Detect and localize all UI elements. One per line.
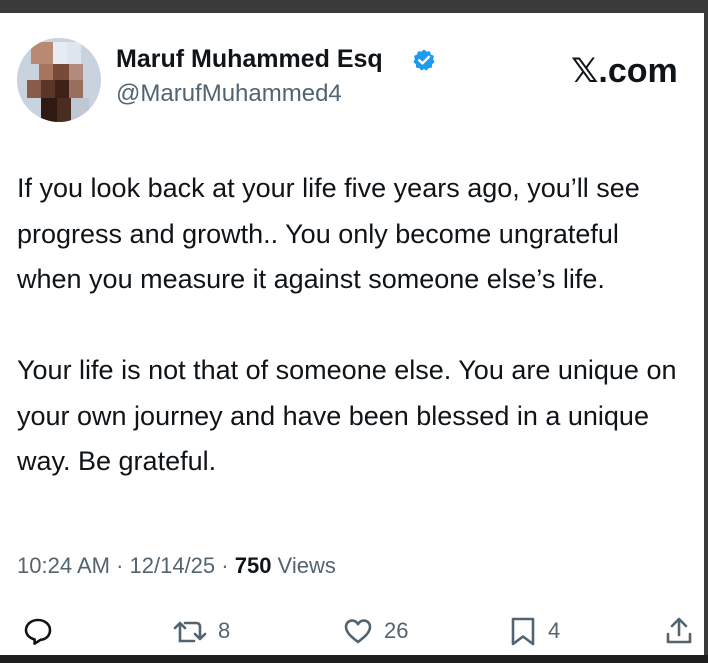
- post-time[interactable]: 10:24 AM: [17, 553, 110, 578]
- reply-button[interactable]: [22, 613, 54, 649]
- bookmark-count: 4: [548, 618, 561, 643]
- meta-separator: ·: [215, 553, 235, 578]
- screenshot-frame-bottom: [0, 655, 708, 663]
- bookmark-icon: [508, 615, 538, 647]
- author-handle[interactable]: @MarufMuhammed4: [116, 80, 342, 108]
- x-logo-icon: 𝕏: [571, 51, 599, 91]
- action-bar: 8 26 4: [0, 613, 704, 653]
- brand-text: .com: [598, 52, 678, 90]
- share-button[interactable]: [664, 613, 694, 649]
- avatar[interactable]: [17, 38, 101, 122]
- screenshot-frame-top: [0, 0, 708, 13]
- views-count: 750: [234, 553, 272, 578]
- views-label: Views: [271, 553, 336, 578]
- like-button[interactable]: 26: [342, 613, 408, 649]
- heart-icon: [342, 615, 374, 647]
- post-card: Maruf Muhammed Esq @MarufMuhammed4 𝕏.com…: [0, 13, 708, 655]
- repost-button[interactable]: 8: [172, 613, 230, 649]
- meta-separator: ·: [109, 553, 130, 578]
- post-paragraph: Your life is not that of someone else. Y…: [17, 355, 677, 476]
- reply-icon: [22, 615, 54, 647]
- verified-badge-icon: [412, 48, 436, 72]
- share-icon: [664, 615, 694, 647]
- repost-icon: [172, 615, 208, 647]
- post-date[interactable]: 12/14/25: [130, 553, 216, 578]
- author-display-name[interactable]: Maruf Muhammed Esq: [116, 45, 383, 74]
- bookmark-button[interactable]: 4: [508, 613, 560, 649]
- post-meta: 10:24 AM · 12/14/25 · 750 Views: [17, 553, 336, 579]
- post-paragraph: If you look back at your life five years…: [17, 173, 640, 294]
- post-text: If you look back at your life five years…: [17, 166, 677, 485]
- brand-watermark: 𝕏.com: [571, 51, 678, 91]
- repost-count: 8: [218, 618, 231, 643]
- like-count: 26: [384, 618, 409, 643]
